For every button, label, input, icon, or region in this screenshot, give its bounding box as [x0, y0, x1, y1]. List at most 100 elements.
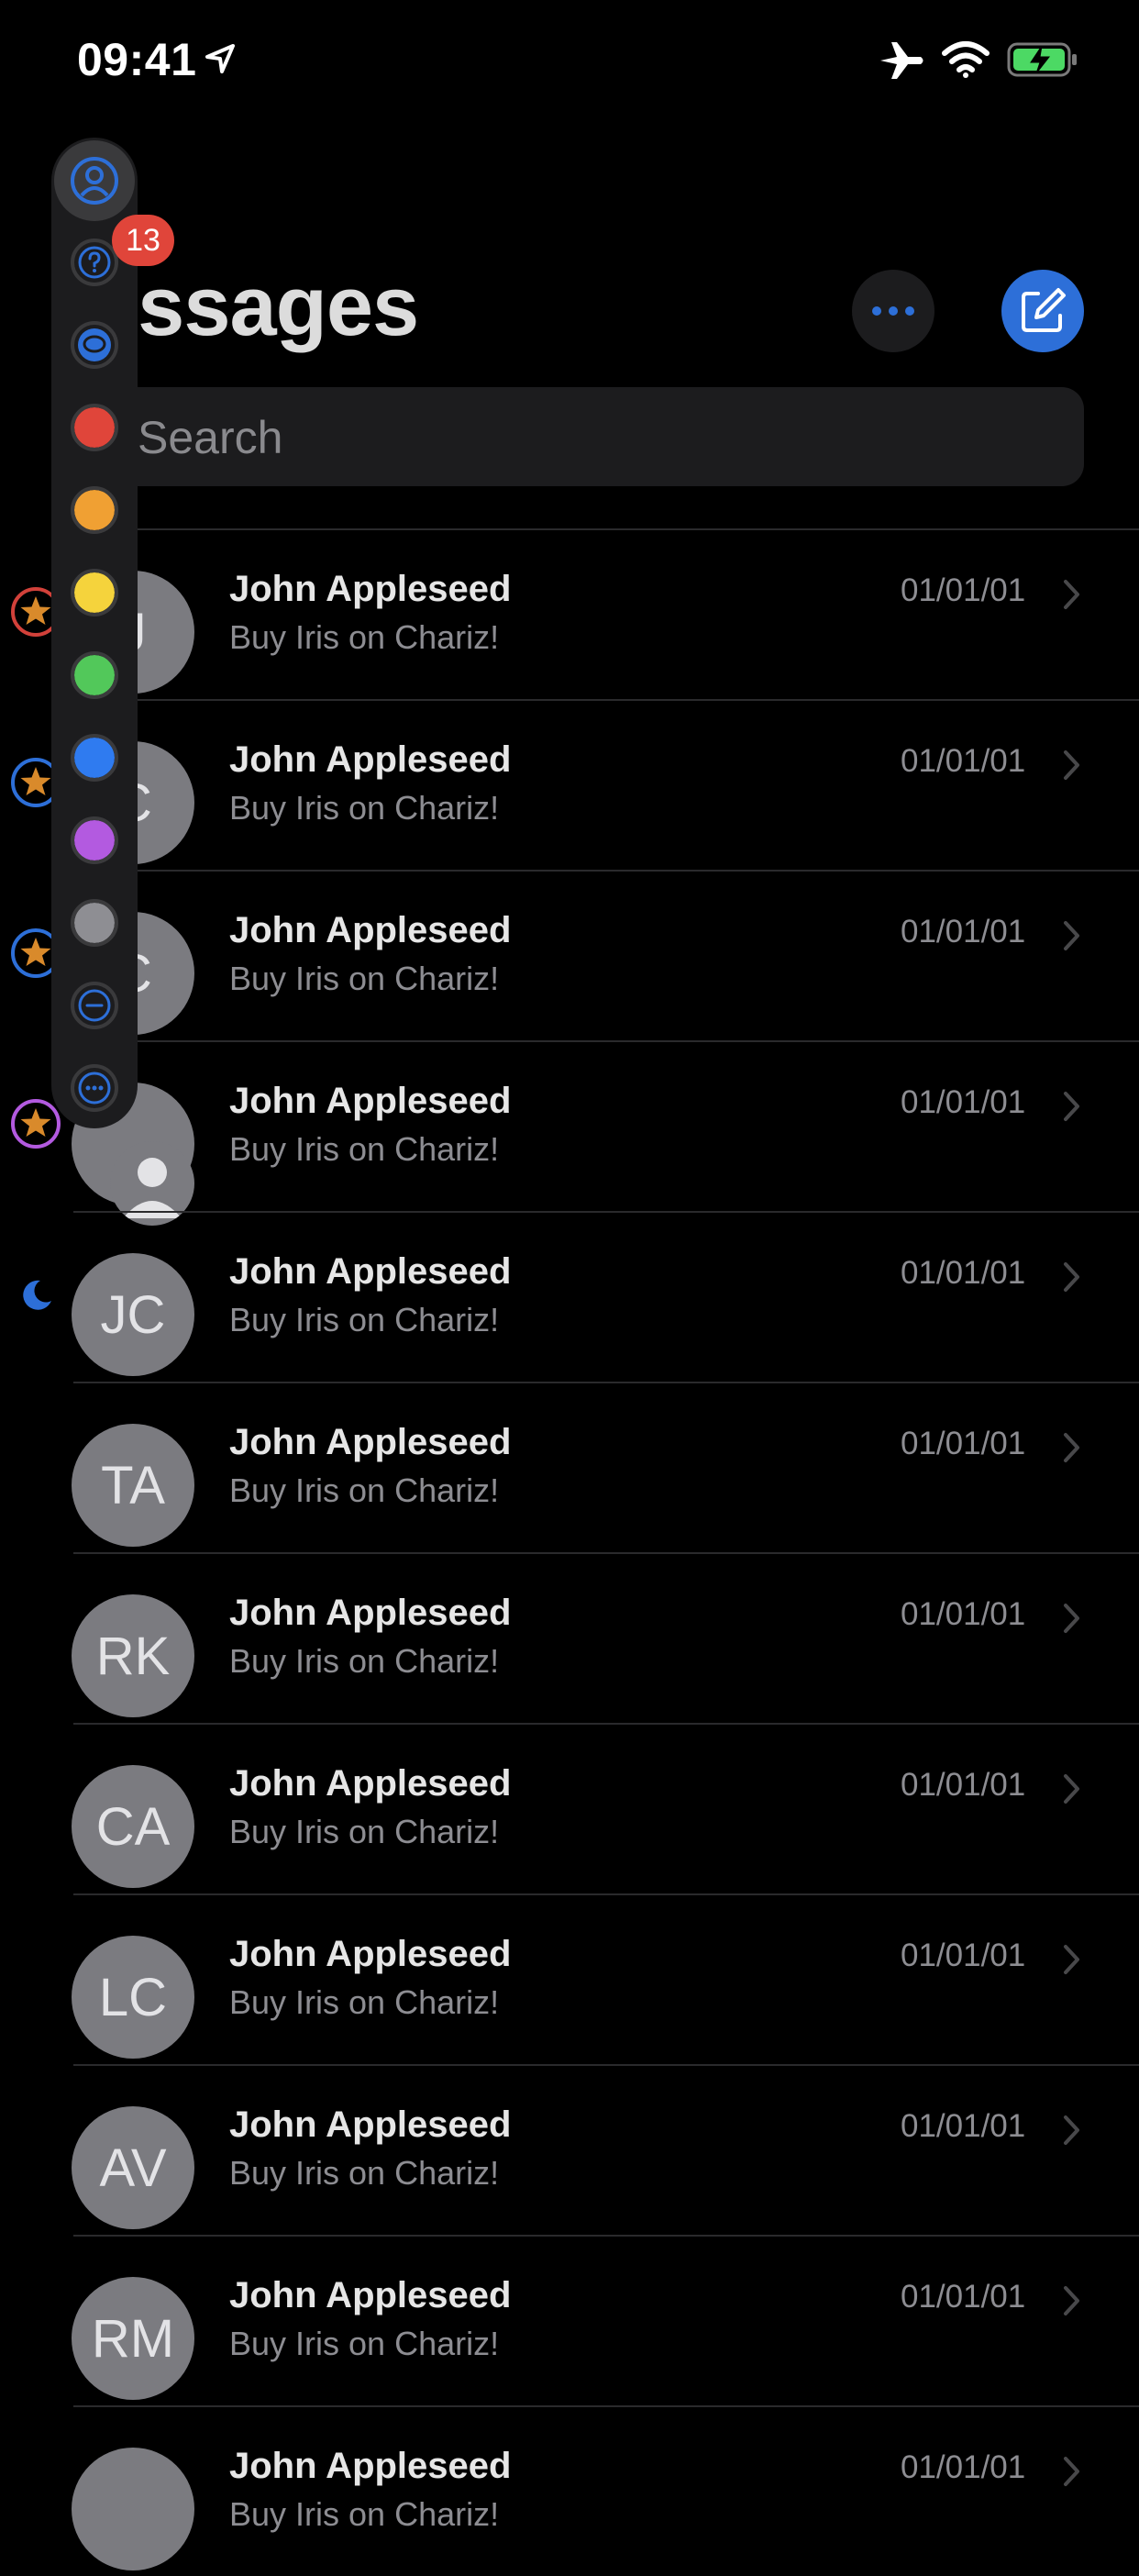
- search-input[interactable]: Search: [92, 387, 1084, 486]
- filter-purple[interactable]: [71, 816, 118, 864]
- conversation-row[interactable]: C John Appleseed Buy Iris on Chariz! 01/…: [0, 699, 1139, 870]
- message-date: 01/01/01: [901, 572, 1026, 608]
- row-divider: [73, 528, 1139, 530]
- avatar: RK: [72, 1594, 194, 1717]
- chevron-right-icon: [1064, 1433, 1079, 1462]
- message-preview: Buy Iris on Chariz!: [229, 2495, 500, 2533]
- chevron-right-icon: [1064, 921, 1079, 950]
- moon-icon: [23, 1280, 51, 1310]
- search-placeholder: Search: [138, 412, 283, 463]
- message-preview: Buy Iris on Chariz!: [229, 1642, 500, 1680]
- message-date: 01/01/01: [901, 1255, 1026, 1291]
- unread-badge: 13: [112, 215, 174, 266]
- page-title: essages: [92, 260, 419, 353]
- message-date: 01/01/01: [901, 1084, 1026, 1120]
- avatar: JC: [72, 1253, 194, 1376]
- message-preview: Buy Iris on Chariz!: [229, 1983, 500, 2021]
- row-divider: [73, 699, 1139, 701]
- conversation-row[interactable]: RM John Appleseed Buy Iris on Chariz! 01…: [0, 2235, 1139, 2405]
- avatar: CA: [72, 1765, 194, 1888]
- filter-muted[interactable]: [71, 982, 118, 1029]
- row-divider: [73, 1723, 1139, 1725]
- battery-charging-icon: [1007, 42, 1077, 77]
- compose-button[interactable]: [1001, 270, 1084, 352]
- contact-name: John Appleseed: [229, 1081, 512, 1121]
- more-button[interactable]: [852, 270, 934, 352]
- question-circle-icon: [78, 246, 111, 279]
- message-preview: Buy Iris on Chariz!: [229, 1813, 500, 1850]
- contact-name: John Appleseed: [229, 2104, 512, 2145]
- green-dot-icon: [74, 655, 115, 695]
- chevron-right-icon: [1064, 1774, 1079, 1804]
- filter-blue[interactable]: [71, 734, 118, 782]
- message-date: 01/01/01: [901, 2449, 1026, 2485]
- row-divider: [73, 1211, 1139, 1213]
- filter-yellow[interactable]: [71, 569, 118, 616]
- person-circle-icon: [71, 157, 118, 205]
- chevron-right-icon: [1064, 580, 1079, 609]
- conversation-row[interactable]: JC John Appleseed Buy Iris on Chariz! 01…: [0, 1211, 1139, 1382]
- star-icon: [11, 1099, 61, 1149]
- filter-all-contacts[interactable]: [54, 140, 135, 221]
- chevron-right-icon: [1064, 1945, 1079, 1974]
- contact-name: John Appleseed: [229, 1763, 512, 1804]
- filter-messages[interactable]: [71, 321, 118, 369]
- conversation-row[interactable]: J John Appleseed Buy Iris on Chariz! 01/…: [0, 528, 1139, 699]
- avatar: LC: [72, 1936, 194, 2059]
- location-arrow-icon: [205, 44, 235, 73]
- avatar: AV: [72, 2106, 194, 2229]
- message-bubble-icon: [78, 328, 111, 361]
- yellow-dot-icon: [74, 572, 115, 613]
- message-preview: Buy Iris on Chariz!: [229, 2325, 500, 2362]
- row-divider: [73, 1382, 1139, 1383]
- row-divider: [73, 2064, 1139, 2066]
- chevron-right-icon: [1064, 750, 1079, 780]
- filter-unknown-senders[interactable]: [71, 239, 118, 286]
- message-preview: Buy Iris on Chariz!: [229, 1130, 500, 1168]
- conversation-row[interactable]: John Appleseed Buy Iris on Chariz! 01/01…: [0, 1040, 1139, 1226]
- message-date: 01/01/01: [901, 1767, 1026, 1803]
- conversation-row[interactable]: C John Appleseed Buy Iris on Chariz! 01/…: [0, 870, 1139, 1040]
- message-preview: Buy Iris on Chariz!: [229, 1471, 500, 1509]
- airplane-icon: [880, 42, 923, 79]
- chevron-right-icon: [1064, 2457, 1079, 2486]
- contact-name: John Appleseed: [229, 1422, 512, 1462]
- message-date: 01/01/01: [901, 1426, 1026, 1461]
- message-date: 01/01/01: [901, 743, 1026, 779]
- message-date: 01/01/01: [901, 1596, 1026, 1632]
- orange-dot-icon: [74, 490, 115, 530]
- conversation-row[interactable]: AV John Appleseed Buy Iris on Chariz! 01…: [0, 2064, 1139, 2235]
- contact-name: John Appleseed: [229, 910, 512, 950]
- conversation-row[interactable]: LC John Appleseed Buy Iris on Chariz! 01…: [0, 1893, 1139, 2064]
- filter-more[interactable]: [71, 1064, 118, 1112]
- conversation-row[interactable]: TA John Appleseed Buy Iris on Chariz! 01…: [0, 1382, 1139, 1552]
- message-preview: Buy Iris on Chariz!: [229, 1301, 500, 1338]
- conversation-row[interactable]: RK John Appleseed Buy Iris on Chariz! 01…: [0, 1552, 1139, 1723]
- chevron-right-icon: [1064, 2286, 1079, 2315]
- message-date: 01/01/01: [901, 1938, 1026, 1973]
- avatar: [72, 2448, 194, 2570]
- status-bar: 09:41: [0, 0, 1139, 128]
- conversation-row[interactable]: CA John Appleseed Buy Iris on Chariz! 01…: [0, 1723, 1139, 1893]
- contact-name: John Appleseed: [229, 739, 512, 780]
- message-preview: Buy Iris on Chariz!: [229, 960, 500, 997]
- contact-name: John Appleseed: [229, 2446, 512, 2486]
- ellipsis-circle-icon: [78, 1071, 111, 1105]
- filter-green[interactable]: [71, 651, 118, 699]
- filter-red[interactable]: [71, 404, 118, 451]
- row-divider: [73, 2235, 1139, 2237]
- status-time: 09:41: [77, 34, 197, 85]
- contact-name: John Appleseed: [229, 1251, 512, 1292]
- message-date: 01/01/01: [901, 2108, 1026, 2144]
- filter-orange[interactable]: [71, 486, 118, 534]
- conversation-row[interactable]: John Appleseed Buy Iris on Chariz! 01/01…: [0, 2405, 1139, 2576]
- chevron-right-icon: [1064, 1604, 1079, 1633]
- contact-name: John Appleseed: [229, 1593, 512, 1633]
- chevron-right-icon: [1064, 1092, 1079, 1121]
- message-preview: Buy Iris on Chariz!: [229, 618, 500, 656]
- compose-icon: [1022, 288, 1066, 332]
- red-dot-icon: [74, 407, 115, 448]
- filter-gray[interactable]: [71, 899, 118, 947]
- avatar: TA: [72, 1424, 194, 1547]
- blue-dot-icon: [74, 738, 115, 778]
